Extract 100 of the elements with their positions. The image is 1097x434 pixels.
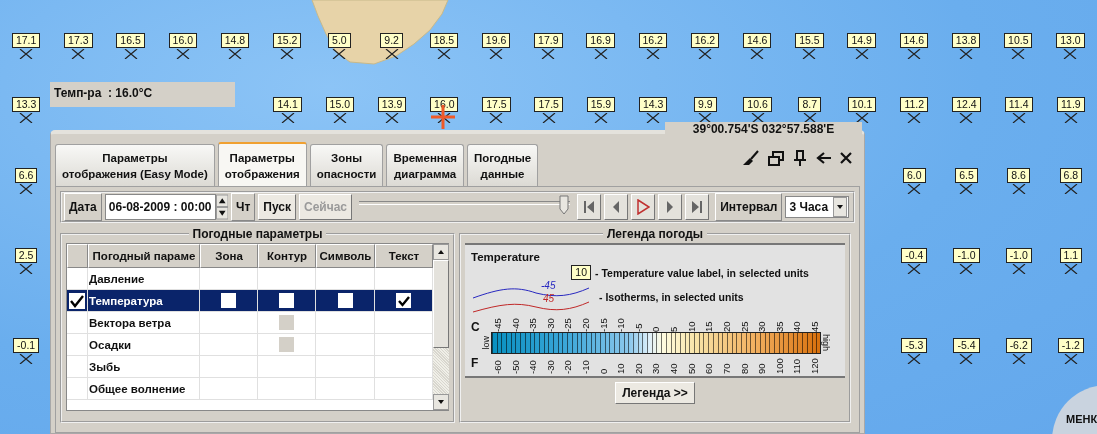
back-arrow-icon[interactable] <box>816 151 831 165</box>
x-marker-icon <box>1063 113 1078 123</box>
x-marker-icon <box>1011 49 1026 59</box>
parameter-name: Температура <box>88 294 163 307</box>
table-row[interactable]: Температура <box>67 290 433 312</box>
x-marker-icon <box>907 354 922 364</box>
x-marker-icon <box>19 49 34 59</box>
x-marker-icon <box>907 184 922 194</box>
column-header[interactable]: Текст <box>375 244 433 268</box>
x-marker-icon <box>750 113 765 123</box>
temperature-label: 11.2 <box>900 97 929 112</box>
tab[interactable]: Временная диаграмма <box>386 144 464 186</box>
legend-description: - Isotherms, in selected units <box>599 291 744 303</box>
tab[interactable]: Зоны опасности <box>309 144 384 186</box>
close-icon[interactable] <box>840 152 852 164</box>
first-button[interactable] <box>576 194 601 220</box>
temperature-label: 16.9 <box>586 33 615 48</box>
temperature-label: 17.9 <box>534 33 563 48</box>
table-row[interactable]: Общее волнение <box>67 378 433 400</box>
date-label: Дата <box>64 193 102 221</box>
temperature-label: 8.7 <box>798 97 822 112</box>
pin-icon[interactable] <box>793 150 807 166</box>
temperature-label: 6.0 <box>902 168 926 183</box>
temperature-label: 16.2 <box>690 33 720 48</box>
brush-icon[interactable] <box>742 150 759 166</box>
temperature-label: 11.4 <box>1004 97 1033 112</box>
column-header[interactable]: Зона <box>200 244 258 268</box>
table-row[interactable]: Вектора ветра <box>67 312 433 334</box>
tab[interactable]: Параметры отображения (Easy Mode) <box>55 144 215 186</box>
fahrenheit-tick-label: -20 <box>562 359 574 374</box>
tab[interactable]: Параметры отображения <box>217 142 307 186</box>
play-icon[interactable] <box>636 199 651 215</box>
interval-label: Интервал <box>715 193 783 221</box>
play-button[interactable] <box>631 194 656 220</box>
next-button[interactable] <box>658 194 683 220</box>
checkbox[interactable] <box>279 293 294 308</box>
temperature-label: 14.8 <box>220 33 250 48</box>
x-marker-icon <box>385 113 400 123</box>
prev-button[interactable] <box>604 194 629 220</box>
x-marker-icon <box>1011 264 1026 274</box>
temperature-label: 15.5 <box>795 33 824 48</box>
first-icon[interactable] <box>582 199 596 215</box>
checkbox[interactable] <box>221 293 236 308</box>
date-field[interactable]: 06-08-2009 : 00:00 <box>104 194 216 220</box>
temperature-label: 18.5 <box>429 33 459 48</box>
celsius-tick-label: -5 <box>632 322 644 332</box>
temperature-label: 19.6 <box>481 33 511 48</box>
temperature-label: 2.5 <box>14 248 38 263</box>
x-marker-icon <box>907 264 922 274</box>
unit-label: F <box>471 356 480 370</box>
x-marker-icon <box>541 113 556 123</box>
isotherm-line-drawing: 45 <box>472 293 590 313</box>
temperature-label: 16.0 <box>168 33 197 48</box>
x-marker-icon <box>645 49 660 59</box>
column-header[interactable]: Символь <box>316 244 375 268</box>
x-marker-icon <box>332 113 347 123</box>
column-header[interactable]: Контур <box>258 244 316 268</box>
fahrenheit-tick-label: 0 <box>597 367 609 374</box>
scroll-down-icon[interactable] <box>433 394 449 410</box>
slider-thumb[interactable] <box>558 195 569 215</box>
x-marker-icon <box>1011 354 1026 364</box>
sample-value-label: 10 <box>571 265 591 280</box>
temperature-label: 14.6 <box>742 33 772 48</box>
panel-title: Погодные параметры <box>191 229 324 241</box>
fahrenheit-tick-label: 110 <box>791 357 803 374</box>
x-marker-icon <box>1063 264 1078 274</box>
scale-end-label: high <box>821 334 831 352</box>
temperature-label: 8.6 <box>1007 168 1030 183</box>
x-marker-icon <box>489 113 504 123</box>
last-button[interactable] <box>685 194 710 220</box>
temperature-label: 6.5 <box>955 168 978 183</box>
x-marker-icon <box>332 49 347 59</box>
x-marker-icon <box>1063 184 1078 194</box>
check-icon[interactable] <box>69 292 85 309</box>
spinner-icon[interactable] <box>215 194 228 220</box>
checkbox[interactable] <box>337 293 353 308</box>
tab[interactable]: Погодные данные <box>466 144 539 186</box>
vertical-scrollbar[interactable] <box>433 244 449 410</box>
temperature-label: 1.1 <box>1059 248 1083 263</box>
table-row[interactable]: Зыбь <box>67 356 433 378</box>
celsius-tick-label: 10 <box>685 320 697 332</box>
temperature-label: 13.0 <box>1056 33 1085 48</box>
parameter-name: Зыбь <box>88 360 121 373</box>
temperature-label: -0.4 <box>901 248 928 263</box>
table-row[interactable]: Осадки <box>67 334 433 356</box>
map-label: МЕНК <box>1066 413 1097 425</box>
last-icon[interactable] <box>690 199 705 215</box>
x-marker-icon <box>1011 184 1026 194</box>
temperature-label: -0.1 <box>13 338 40 353</box>
celsius-tick-label: -15 <box>597 317 609 332</box>
column-header[interactable]: Погодный параме <box>88 244 200 268</box>
start-button[interactable]: Пуск <box>258 194 296 220</box>
legend-button[interactable]: Легенда >> <box>615 382 695 404</box>
fahrenheit-tick-label: -10 <box>580 359 592 374</box>
checkbox[interactable] <box>396 293 411 308</box>
interval-dropdown[interactable]: 3 Часа <box>785 196 849 218</box>
restore-window-icon[interactable] <box>768 150 784 166</box>
temperature-label: 17.3 <box>64 33 93 48</box>
fahrenheit-tick-label: 40 <box>668 362 680 374</box>
scroll-up-icon[interactable] <box>433 244 449 260</box>
